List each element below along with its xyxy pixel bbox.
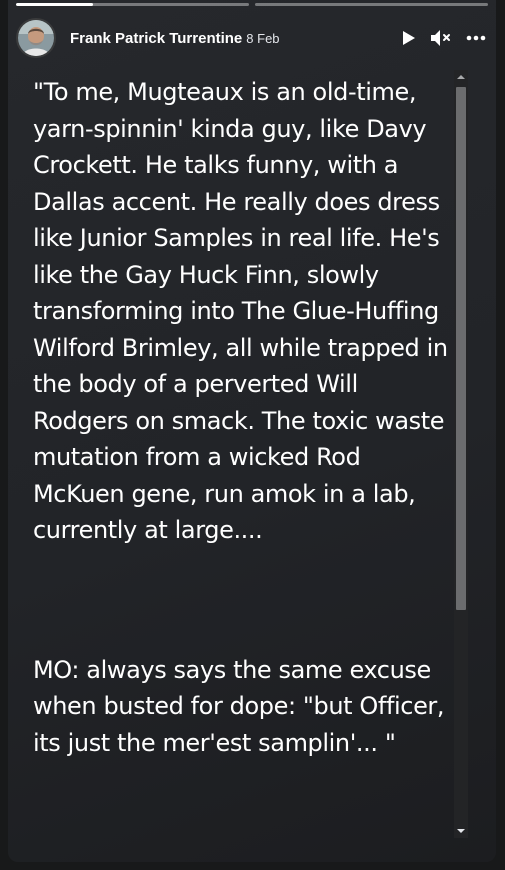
avatar-image (18, 20, 54, 56)
play-icon (403, 31, 415, 45)
story-paragraph: MO: always says the same excuse when bus… (33, 655, 445, 757)
scroll-down-button[interactable] (454, 824, 468, 838)
mute-button[interactable] (430, 29, 452, 47)
arrow-up-icon (457, 75, 465, 79)
story-controls (402, 29, 488, 47)
author-name[interactable]: Frank Patrick Turrentine (70, 30, 242, 47)
story-header: Frank Patrick Turrentine 8 Feb (16, 18, 488, 58)
scroll-up-button[interactable] (454, 70, 468, 84)
scrollbar[interactable] (454, 70, 468, 838)
story-card: Frank Patrick Turrentine 8 Feb "To me, M… (8, 0, 496, 862)
story-paragraph: "To me, Mugteaux is an old-time, yarn-sp… (33, 78, 448, 544)
play-button[interactable] (402, 30, 416, 46)
avatar[interactable] (16, 18, 56, 58)
progress-segment (255, 3, 488, 6)
story-text: "To me, Mugteaux is an old-time, yarn-sp… (33, 74, 453, 761)
progress-segment (16, 3, 249, 6)
progress-fill (16, 3, 93, 6)
arrow-down-icon (457, 829, 465, 833)
mute-icon (431, 30, 450, 46)
more-options-button[interactable] (466, 35, 486, 41)
more-icon (466, 35, 486, 41)
post-date[interactable]: 8 Feb (246, 31, 279, 46)
scrollbar-thumb[interactable] (456, 87, 466, 610)
story-progress (16, 3, 488, 6)
